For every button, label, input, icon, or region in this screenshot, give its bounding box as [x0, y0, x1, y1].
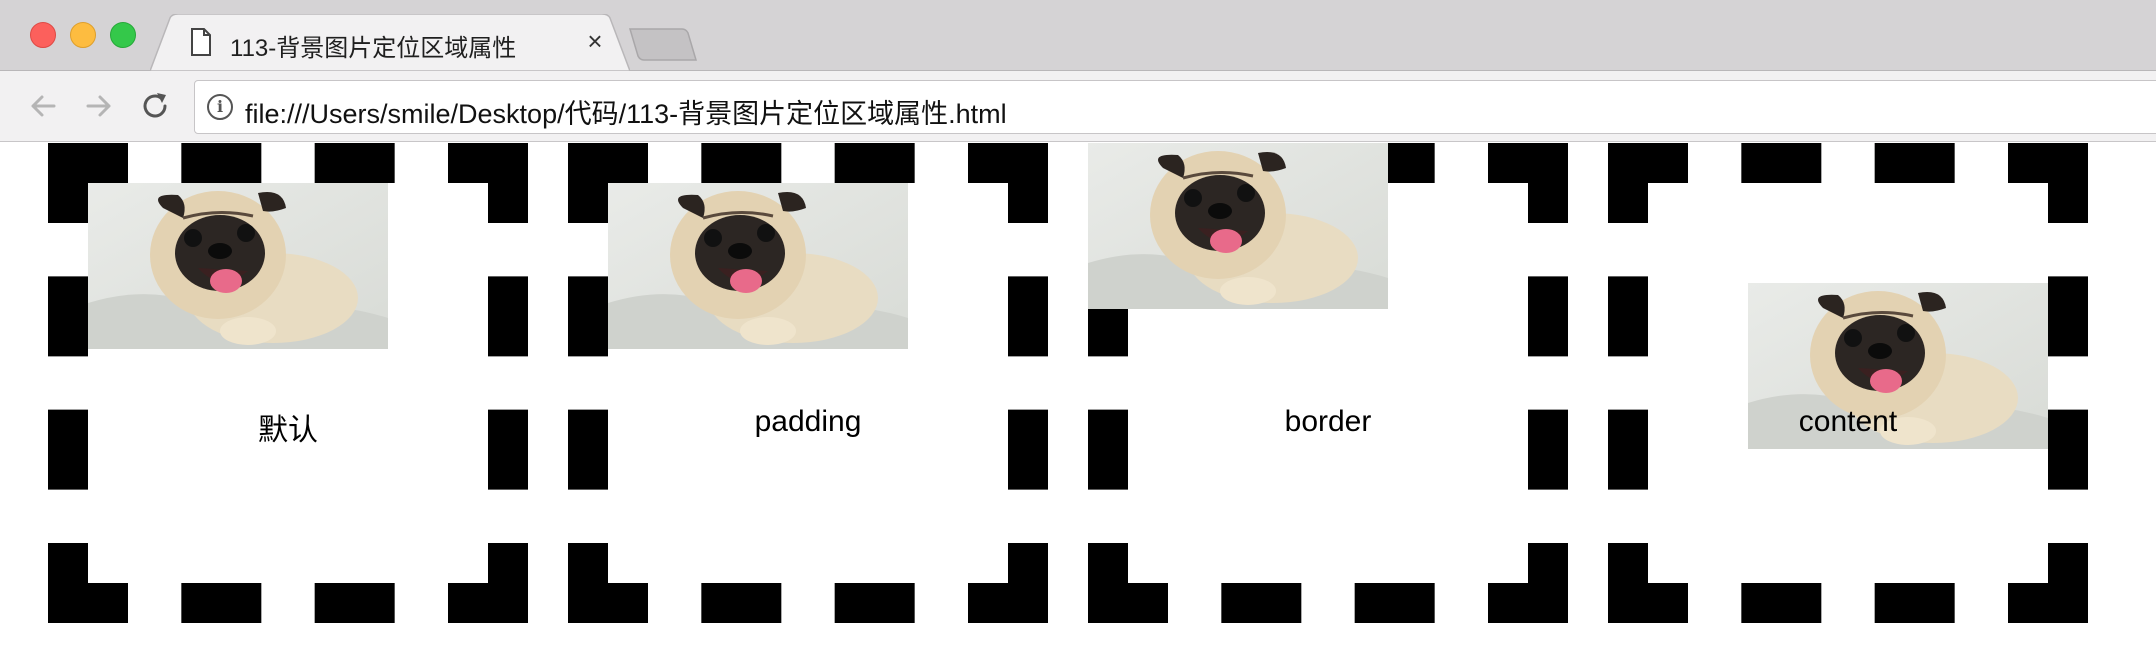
forward-arrow-icon[interactable] [82, 89, 116, 123]
address-bar[interactable]: i file:///Users/smile/Desktop/代码/113-背景图… [194, 80, 2156, 134]
box-label: padding [754, 405, 862, 438]
pug-background-image [88, 183, 388, 349]
active-tab[interactable]: 113-背景图片定位区域属性 × [150, 14, 630, 71]
box-label: border [1284, 405, 1372, 438]
tab-close-icon[interactable]: × [580, 26, 610, 56]
info-icon[interactable]: i [207, 94, 233, 120]
traffic-maximize-icon[interactable] [110, 22, 136, 48]
new-tab-button[interactable] [628, 28, 698, 62]
tab-title: 113-背景图片定位区域属性 [230, 35, 517, 62]
toolbar: i file:///Users/smile/Desktop/代码/113-背景图… [0, 71, 2156, 142]
url-text[interactable]: file:///Users/smile/Desktop/代码/113-背景图片定… [245, 92, 1007, 131]
demo-box-content: content [1608, 143, 2088, 623]
box-label: content [1798, 405, 1898, 438]
reload-icon[interactable] [138, 89, 172, 123]
pug-background-image [1088, 143, 1388, 309]
page-content: 默认 padding border content [0, 142, 2156, 672]
box-label: 默认 [258, 414, 318, 447]
demo-box-border: border [1088, 143, 1568, 623]
pug-background-image [608, 183, 908, 349]
tab-strip: 113-背景图片定位区域属性 × [0, 0, 2156, 71]
demo-box-padding: padding [568, 143, 1048, 623]
back-arrow-icon[interactable] [26, 89, 60, 123]
traffic-minimize-icon[interactable] [70, 22, 96, 48]
browser-window: 113-背景图片定位区域属性 × i file:///Users/smile/D… [0, 0, 2156, 672]
page-icon [191, 28, 211, 56]
demo-box-default: 默认 [48, 143, 528, 623]
traffic-close-icon[interactable] [30, 22, 56, 48]
